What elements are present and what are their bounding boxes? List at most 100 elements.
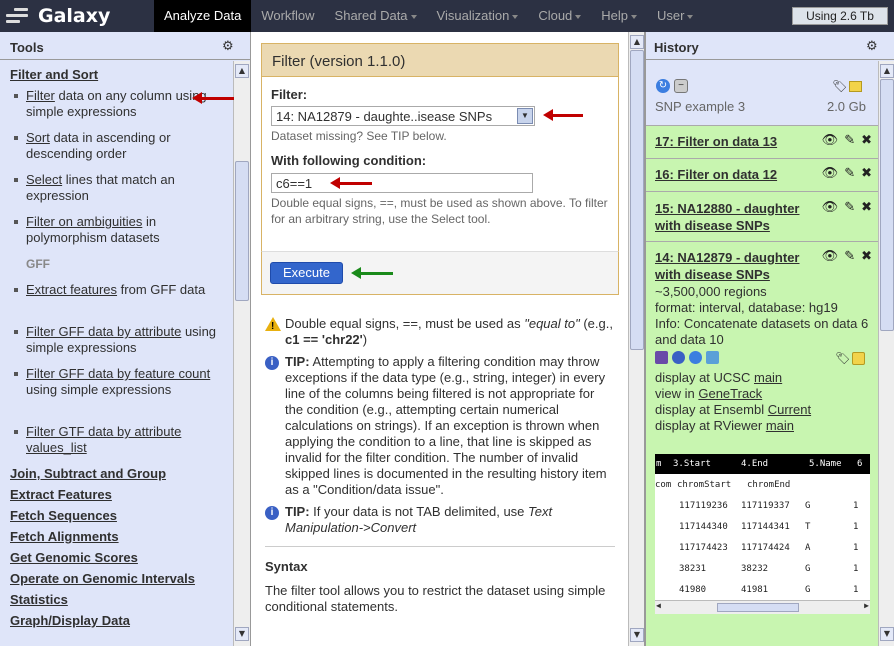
pencil-icon[interactable]: ✎ — [844, 132, 855, 148]
scroll-down-icon[interactable]: ▼ — [235, 627, 249, 641]
scroll-thumb[interactable] — [235, 161, 249, 301]
dataset-title[interactable]: 16: Filter on data 12 — [655, 166, 815, 183]
tool-link[interactable]: Filter — [26, 88, 55, 103]
section-graph-display-data[interactable]: Graph/Display Data — [10, 613, 130, 628]
annotate-icon[interactable] — [852, 352, 865, 365]
tool-link[interactable]: Filter GTF data by attribute values_list — [26, 424, 181, 455]
history-name[interactable]: SNP example 3 — [655, 99, 745, 114]
dataset-title[interactable]: 17: Filter on data 13 — [655, 133, 815, 150]
visualize-icon[interactable] — [706, 351, 719, 364]
tool-sort[interactable]: Sort data in ascending or descending ord… — [14, 130, 226, 162]
tag-icon[interactable]: 🏷 — [835, 350, 850, 366]
gear-icon[interactable]: ⚙ — [866, 39, 878, 54]
execute-button[interactable]: Execute — [270, 262, 343, 284]
scroll-up-icon[interactable]: ▲ — [630, 35, 644, 49]
refresh-icon[interactable]: ↻ — [656, 79, 670, 93]
dataset-peek: m 3.Start 4.End 5.Name 6 com chromStart … — [655, 454, 870, 614]
galaxy-logo[interactable]: Galaxy — [6, 4, 110, 28]
info-icon[interactable] — [672, 351, 685, 364]
tool-filter-gff-attribute[interactable]: Filter GFF data by attribute using simpl… — [14, 324, 226, 356]
peek-cell: 117144341 — [741, 521, 790, 532]
nav-shared-data[interactable]: Shared Data — [325, 0, 427, 32]
scroll-thumb[interactable] — [880, 79, 894, 331]
section-join-subtract-group[interactable]: Join, Subtract and Group — [10, 466, 166, 481]
tool-link[interactable]: Sort — [26, 130, 50, 145]
tag-icon[interactable]: 🏷 — [832, 79, 847, 93]
delete-icon[interactable]: ✖ — [861, 132, 872, 148]
annotate-icon[interactable] — [849, 81, 862, 92]
section-fetch-sequences[interactable]: Fetch Sequences — [10, 508, 117, 523]
nav-user[interactable]: User — [647, 0, 703, 32]
scroll-thumb[interactable] — [717, 603, 799, 612]
tool-filter-gtf-attribute[interactable]: Filter GTF data by attribute values_list — [14, 424, 226, 456]
nav-workflow[interactable]: Workflow — [251, 0, 324, 32]
history-dataset-16[interactable]: 16: Filter on data 12 👁 ✎ ✖ — [646, 158, 878, 191]
section-fetch-alignments[interactable]: Fetch Alignments — [10, 529, 119, 544]
eye-icon[interactable]: 👁 — [822, 132, 839, 148]
scroll-down-icon[interactable]: ▼ — [880, 627, 894, 641]
display-rviewer-link[interactable]: main — [766, 418, 794, 433]
condition-hint: Double equal signs, ==, must be used as … — [271, 196, 608, 226]
pencil-icon[interactable]: ✎ — [844, 199, 855, 215]
display-ucsc-link[interactable]: main — [754, 370, 782, 385]
tool-filter-ambiguities[interactable]: Filter on ambiguities in polymorphism da… — [14, 214, 226, 246]
section-statistics[interactable]: Statistics — [10, 592, 68, 607]
history-scrollbar[interactable]: ▲ ▼ — [878, 61, 894, 646]
peek-col: 3.Start — [673, 459, 711, 469]
scroll-up-icon[interactable]: ▲ — [880, 64, 894, 78]
delete-icon[interactable]: ✖ — [861, 199, 872, 215]
eye-icon[interactable]: 👁 — [822, 165, 839, 181]
genetrack-link[interactable]: GeneTrack — [698, 386, 762, 401]
nav-cloud[interactable]: Cloud — [528, 0, 591, 32]
tool-link[interactable]: Select — [26, 172, 62, 187]
scroll-thumb[interactable] — [630, 50, 644, 350]
scroll-right-icon[interactable]: ▶ — [864, 601, 869, 610]
scroll-left-icon[interactable]: ◀ — [656, 601, 661, 610]
dataset-title[interactable]: 15: NA12880 - daughter with disease SNPs — [655, 200, 815, 234]
tool-extract-features[interactable]: Extract features from GFF data — [14, 282, 226, 298]
dataset-select[interactable]: 14: NA12879 - daughte..isease SNPs ▼ — [271, 106, 535, 126]
tool-link[interactable]: Extract features — [26, 282, 117, 297]
section-extract-features[interactable]: Extract Features — [10, 487, 112, 502]
center-scrollbar[interactable]: ▲ ▼ — [628, 32, 645, 646]
tool-select[interactable]: Select lines that match an expression — [14, 172, 226, 204]
nav-visualization[interactable]: Visualization — [427, 0, 529, 32]
delete-icon[interactable]: ✖ — [861, 248, 872, 264]
history-dataset-15[interactable]: 15: NA12880 - daughter with disease SNPs… — [646, 191, 878, 241]
display-ensembl-link[interactable]: Current — [768, 402, 811, 417]
eye-icon[interactable]: 👁 — [822, 248, 839, 264]
tool-link[interactable]: Filter GFF data by attribute — [26, 324, 181, 339]
save-icon[interactable] — [655, 351, 668, 364]
tool-filter-gff-feature-count[interactable]: Filter GFF data by feature count using s… — [14, 366, 226, 398]
delete-icon[interactable]: ✖ — [861, 165, 872, 181]
nav-help[interactable]: Help — [591, 0, 647, 32]
peek-col: 5.Name — [809, 459, 842, 469]
history-dataset-14[interactable]: 14: NA12879 - daughter with disease SNPs… — [646, 241, 878, 646]
gear-icon[interactable]: ⚙ — [222, 39, 234, 54]
section-get-genomic-scores[interactable]: Get Genomic Scores — [10, 550, 138, 565]
section-filter-and-sort[interactable]: Filter and Sort — [10, 67, 98, 82]
syntax-text: The filter tool allows you to restrict t… — [265, 583, 606, 614]
peek-hscrollbar[interactable]: ◀ ▶ — [655, 600, 870, 614]
section-operate-genomic-intervals[interactable]: Operate on Genomic Intervals — [10, 571, 195, 586]
peek-cell: 41981 — [741, 584, 769, 595]
dataset-format: format: interval, database: hg19 — [655, 300, 838, 315]
eye-icon[interactable]: 👁 — [822, 199, 839, 215]
scroll-up-icon[interactable]: ▲ — [235, 64, 249, 78]
collapse-icon[interactable]: − — [674, 79, 688, 93]
tool-link[interactable]: Filter GFF data by feature count — [26, 366, 210, 381]
dataset-info: Info: Concatenate datasets on data 6 and… — [655, 316, 869, 347]
nav-analyze-data[interactable]: Analyze Data — [154, 0, 252, 32]
chevron-down-icon[interactable]: ▼ — [517, 108, 533, 124]
history-dataset-17[interactable]: 17: Filter on data 13 👁 ✎ ✖ — [646, 125, 878, 158]
tool-panel-scrollbar[interactable]: ▲ ▼ — [233, 61, 250, 646]
rerun-icon[interactable] — [689, 351, 702, 364]
pencil-icon[interactable]: ✎ — [844, 165, 855, 181]
history-panel-title: History — [654, 40, 699, 55]
dataset-title[interactable]: 14: NA12879 - daughter with disease SNPs — [655, 249, 815, 283]
scroll-down-icon[interactable]: ▼ — [630, 628, 644, 642]
tool-link[interactable]: Filter on ambiguities — [26, 214, 142, 229]
help-text: Double equal signs, ==, must be used as — [285, 316, 525, 331]
pencil-icon[interactable]: ✎ — [844, 248, 855, 264]
condition-input[interactable]: c6==1 — [271, 173, 533, 193]
